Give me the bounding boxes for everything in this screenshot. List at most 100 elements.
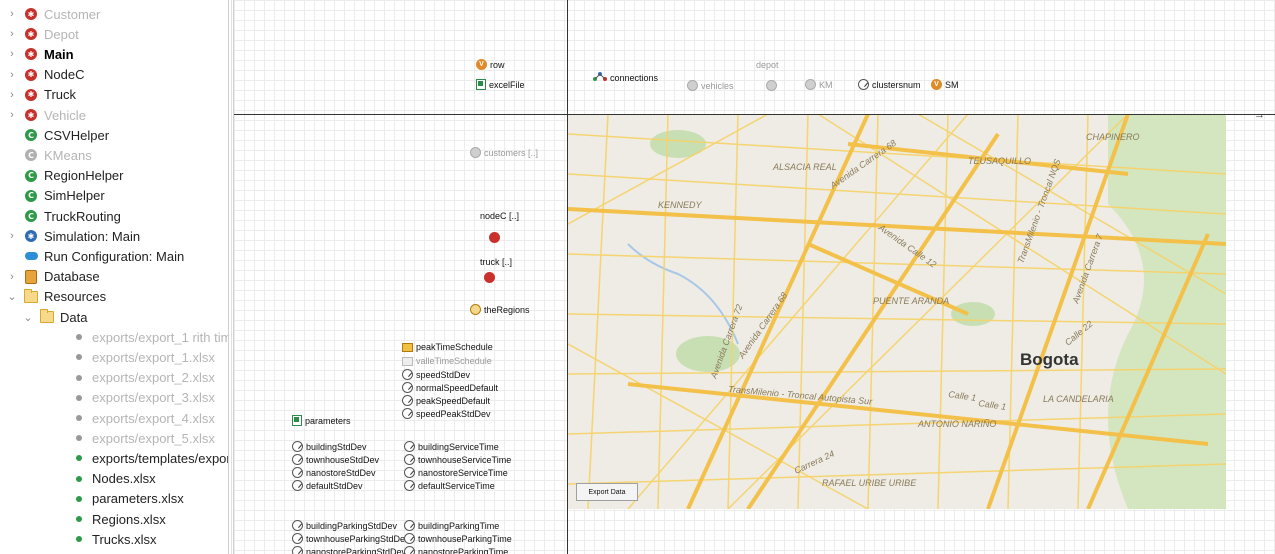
buildingparkingtime-parameter[interactable]: buildingParkingTime [404, 520, 499, 531]
agent-type-icon: ✱ [24, 27, 38, 41]
nanostoreservicetime-parameter[interactable]: nanostoreServiceTime [404, 467, 508, 478]
tree-item[interactable]: Nodes.xlsx [0, 469, 228, 489]
customers-population[interactable]: customers [..] [470, 147, 538, 158]
buildingservicetime-parameter[interactable]: buildingServiceTime [404, 441, 499, 452]
km-agent[interactable]: KM [805, 79, 833, 90]
connections-element[interactable]: connections [593, 72, 658, 84]
peakspeeddefault-parameter[interactable]: peakSpeedDefault [402, 395, 490, 406]
tree-item[interactable]: › Database [0, 267, 228, 287]
tree-item[interactable]: C TruckRouting [0, 206, 228, 226]
tree-item[interactable]: Run Configuration: Main [0, 246, 228, 266]
theregions-collection[interactable]: theRegions [470, 304, 530, 315]
nanostoreparkingstddev-parameter[interactable]: nanostoreParkingStdDev [292, 546, 406, 554]
parameter-icon [402, 408, 413, 419]
depot-agent[interactable] [766, 80, 780, 91]
tree-item[interactable]: exports/templates/expor [0, 448, 228, 468]
chevron-down-icon[interactable]: ⌄ [6, 290, 18, 303]
database-icon [24, 269, 38, 284]
chevron-right-icon[interactable]: › [6, 89, 18, 101]
buildingparkingstddev-parameter[interactable]: buildingParkingStdDev [292, 520, 397, 531]
townhouseparkingstddev-parameter[interactable]: townhouseParkingStdDev [292, 533, 410, 544]
agent-type-icon: ✱ [24, 88, 38, 102]
gis-map[interactable]: ALSACIA REAL KENNEDY TEUSAQUILLO CHAPINE… [568, 114, 1226, 509]
map-drawing: ALSACIA REAL KENNEDY TEUSAQUILLO CHAPINE… [568, 114, 1226, 509]
buildingstddev-parameter[interactable]: buildingStdDev [292, 441, 367, 452]
chevron-right-icon[interactable]: › [6, 109, 18, 121]
chevron-right-icon[interactable]: › [6, 230, 18, 242]
townhouseservicetime-parameter[interactable]: townhouseServiceTime [404, 454, 511, 465]
normalspeeddefault-parameter[interactable]: normalSpeedDefault [402, 382, 498, 393]
file-dot-icon [72, 451, 86, 465]
folder-icon [24, 288, 38, 304]
tree-item-label: Database [44, 269, 100, 285]
tree-item[interactable]: Trucks.xlsx [0, 529, 228, 549]
chevron-right-icon[interactable]: › [6, 8, 18, 20]
tree-item-label: Trucks.xlsx [92, 531, 157, 547]
nodec-population-label[interactable]: nodeC [..] [480, 211, 519, 221]
clustersnum-parameter[interactable]: clustersnum [858, 79, 921, 90]
tree-item[interactable]: exports/export_1 rith time [0, 327, 228, 347]
nanostoreparkingtime-parameter[interactable]: nanostoreParkingTime [404, 546, 508, 554]
chevron-right-icon[interactable]: › [6, 48, 18, 60]
nodec-population-icon[interactable] [489, 232, 500, 243]
agent-icon [484, 272, 495, 283]
java-class-icon: C [24, 209, 38, 223]
parameter-icon [858, 79, 869, 90]
valletimeschedule-element[interactable]: valleTimeSchedule [402, 356, 492, 366]
tree-item[interactable]: exports/export_2.xlsx [0, 368, 228, 388]
speedstddev-parameter[interactable]: speedStdDev [402, 369, 470, 380]
chevron-right-icon[interactable]: › [6, 69, 18, 81]
chevron-right-icon[interactable]: › [6, 28, 18, 40]
sm-variable[interactable]: V SM [931, 79, 959, 90]
tree-item-label: Depot [44, 26, 79, 42]
defaultservicetime-parameter[interactable]: defaultServiceTime [404, 480, 495, 491]
peaktimeschedule-element[interactable]: peakTimeSchedule [402, 342, 493, 352]
tree-item[interactable]: › ✱ Vehicle [0, 105, 228, 125]
agent-type-icon: ✱ [24, 68, 38, 82]
tree-item[interactable]: exports/export_4.xlsx [0, 408, 228, 428]
excelfile-element[interactable]: excelFile [476, 79, 525, 90]
tree-item-label: Data [60, 309, 88, 325]
townhouseparkingtime-parameter[interactable]: townhouseParkingTime [404, 533, 512, 544]
tree-item[interactable]: exports/export_1.xlsx [0, 347, 228, 367]
tree-item[interactable]: › ✱ Main [0, 44, 228, 64]
project-tree[interactable]: › ✱ Customer › ✱ Depot › ✱ Main › ✱ NodeC › ✱ Truck › ✱ V… [0, 0, 228, 554]
tree-item[interactable]: ⌄ Resources [0, 287, 228, 307]
tree-item[interactable]: C RegionHelper [0, 166, 228, 186]
tree-item[interactable]: parameters.xlsx [0, 489, 228, 509]
defaultstddev-parameter[interactable]: defaultStdDev [292, 480, 363, 491]
tree-item[interactable]: › ✱ Truck [0, 85, 228, 105]
chevron-down-icon[interactable]: ⌄ [22, 311, 34, 324]
tree-item[interactable]: › ✱ NodeC [0, 65, 228, 85]
tree-item-label: RegionHelper [44, 168, 124, 184]
tree-item[interactable]: C SimHelper [0, 186, 228, 206]
tree-item-label: KMeans [44, 147, 92, 163]
row-variable[interactable]: Vrow [476, 59, 505, 70]
tree-item[interactable]: › ✱ Customer [0, 4, 228, 24]
graphical-editor-canvas[interactable]: Vrow excelFile connections depot vehicle… [234, 0, 1275, 554]
tree-item[interactable]: › ✱ Simulation: Main [0, 226, 228, 246]
townhousestddev-parameter[interactable]: townhouseStdDev [292, 454, 379, 465]
tree-item[interactable]: Regions.xlsx [0, 509, 228, 529]
tree-item[interactable]: exports/export_5.xlsx [0, 428, 228, 448]
tree-item[interactable]: exports/export_3.xlsx [0, 388, 228, 408]
tree-item[interactable]: C CSVHelper [0, 125, 228, 145]
tree-item-label: Simulation: Main [44, 228, 141, 244]
nanostorestddev-parameter[interactable]: nanostoreStdDev [292, 467, 376, 478]
truck-population-label[interactable]: truck [..] [480, 257, 512, 267]
export-data-button[interactable]: Export Data [576, 483, 638, 501]
truck-population-icon[interactable] [484, 272, 495, 283]
map-label-kennedy: KENNEDY [658, 200, 703, 210]
parameter-icon [404, 441, 415, 452]
parameter-icon [292, 467, 303, 478]
canvas-x-axis [234, 114, 1275, 115]
tree-item[interactable]: › ✱ Depot [0, 24, 228, 44]
parameters-excel-element[interactable]: parameters [292, 415, 351, 426]
depot-label[interactable]: depot [756, 60, 779, 70]
speedpeakstddev-parameter[interactable]: speedPeakStdDev [402, 408, 491, 419]
agent-type-icon: ✱ [24, 47, 38, 61]
chevron-right-icon[interactable]: › [6, 271, 18, 283]
vehicles-population[interactable]: vehicles [687, 80, 734, 91]
tree-item[interactable]: C KMeans [0, 145, 228, 165]
tree-item[interactable]: ⌄ Data [0, 307, 228, 327]
